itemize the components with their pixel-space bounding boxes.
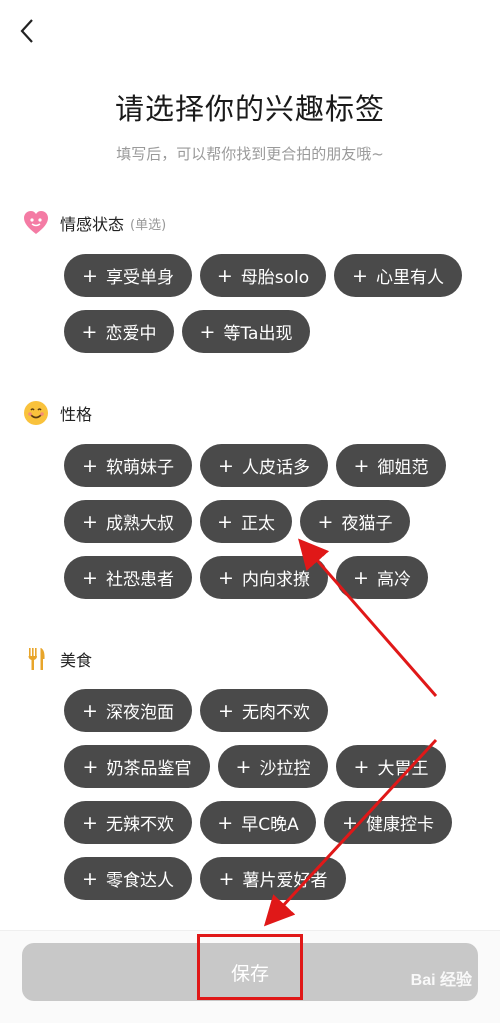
tag-button[interactable]: + 薯片爱好者 (200, 857, 346, 900)
tag-button[interactable]: + 无肉不欢 (200, 689, 328, 732)
chevron-left-icon (20, 19, 33, 43)
tag-button[interactable]: + 人皮话多 (200, 444, 328, 487)
tag-button[interactable]: + 正太 (200, 500, 292, 543)
tag-button[interactable]: + 软萌妹子 (64, 444, 192, 487)
tag-button[interactable]: + 大胃王 (336, 745, 446, 788)
tag-button[interactable]: + 社恐患者 (64, 556, 192, 599)
page-subtitle: 填写后，可以帮你找到更合拍的朋友哦~ (116, 145, 384, 163)
tag-button[interactable]: + 享受单身 (64, 254, 192, 297)
tag-button[interactable]: + 高冷 (336, 556, 428, 599)
section-title: 情感状态 (60, 215, 125, 234)
tag-button[interactable]: + 心里有人 (334, 254, 462, 297)
heart-face-icon (22, 209, 50, 237)
tag-button[interactable]: + 奶茶品鉴官 (64, 745, 210, 788)
page-title: 请选择你的兴趣标签 (114, 92, 385, 126)
tag-button[interactable]: + 沙拉控 (218, 745, 328, 788)
tag-button[interactable]: + 内向求撩 (200, 556, 328, 599)
tag-button[interactable]: + 夜猫子 (300, 500, 410, 543)
smiling-face-icon (22, 399, 50, 427)
tag-button[interactable]: + 母胎solo (200, 254, 326, 297)
tag-button[interactable]: + 无辣不欢 (64, 801, 192, 844)
section-food: 美食 (22, 644, 92, 674)
tag-button[interactable]: + 御姐范 (336, 444, 446, 487)
section-emotional-status: 情感状态 (单选) (22, 208, 166, 238)
section-title: 性格 (60, 405, 93, 424)
annotation-highlight-box (197, 934, 303, 1000)
tag-button[interactable]: + 健康控卡 (324, 801, 452, 844)
section-personality: 性格 (22, 398, 92, 428)
section-title: 美食 (60, 651, 93, 670)
section-note: (单选) (130, 217, 167, 233)
fork-knife-icon (22, 645, 50, 673)
tag-button[interactable]: + 深夜泡面 (64, 689, 192, 732)
back-button[interactable] (14, 16, 40, 46)
watermark: Bai 经验 (410, 972, 472, 989)
tag-button[interactable]: + 早C晚A (200, 801, 316, 844)
tag-button[interactable]: + 恋爱中 (64, 310, 174, 353)
tag-button[interactable]: + 等Ta出现 (182, 310, 310, 353)
tag-button[interactable]: + 成熟大叔 (64, 500, 192, 543)
tag-button[interactable]: + 零食达人 (64, 857, 192, 900)
